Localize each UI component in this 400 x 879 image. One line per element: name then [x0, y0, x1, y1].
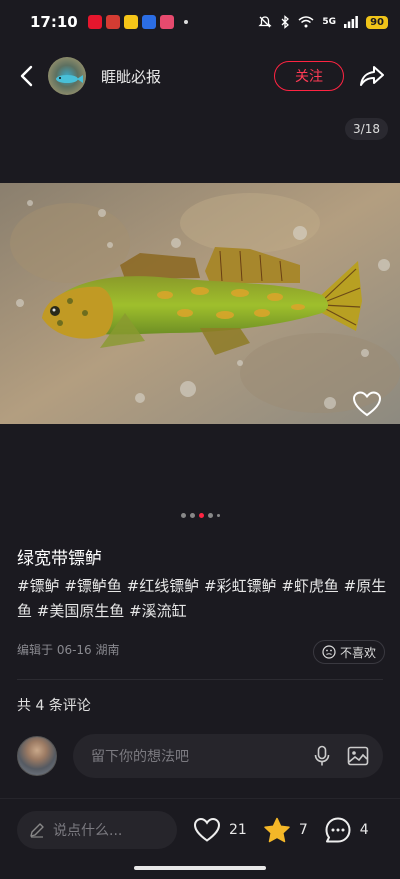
share-icon: [360, 66, 384, 86]
signal-icon: [344, 16, 358, 28]
star-filled-icon: [264, 817, 290, 842]
heart-outline-icon: [352, 391, 382, 417]
status-time: 17:10: [30, 13, 78, 31]
comment-input[interactable]: 留下你的想法吧: [73, 734, 383, 778]
fish-avatar-icon: [56, 75, 83, 83]
comment-compose-row: 留下你的想法吧: [17, 733, 383, 779]
image-icon[interactable]: [347, 745, 369, 767]
fish-photo: [0, 183, 400, 424]
mic-icon[interactable]: [311, 745, 333, 767]
shop-app-icon: [159, 15, 174, 29]
bluetooth-icon: [281, 15, 290, 29]
user-avatar: [17, 736, 57, 776]
follow-button[interactable]: 关注: [274, 61, 344, 91]
say-something-placeholder: 说点什么...: [53, 823, 123, 839]
more-notifications-dot: [183, 20, 188, 24]
author-name[interactable]: 睚眦必报: [101, 66, 161, 87]
pagination-dot: [180, 513, 186, 518]
post-title: 绿宽带镖鲈: [17, 549, 102, 569]
news-app-icon: [105, 15, 120, 29]
post-header: 睚眦必报 关注: [0, 50, 400, 102]
game-app-icon: [123, 15, 138, 29]
bottom-divider: [0, 798, 400, 799]
author-avatar[interactable]: [48, 57, 86, 95]
back-button[interactable]: [14, 64, 38, 88]
comment-bubble-icon: [325, 817, 351, 843]
weibo-app-icon: [87, 15, 102, 29]
divider: [17, 679, 383, 680]
image-page-counter: 3/18: [345, 118, 388, 140]
post-image[interactable]: [0, 183, 400, 424]
like-count: 21: [229, 822, 247, 838]
like-button[interactable]: 21: [193, 817, 247, 843]
comment-total: 4: [359, 822, 369, 838]
star-count: 7: [298, 822, 308, 838]
comment-count: 共 4 条评论: [17, 698, 91, 714]
say-something-input[interactable]: 说点什么...: [17, 811, 177, 849]
comment-input-placeholder: 留下你的想法吧: [91, 749, 189, 765]
share-button[interactable]: [358, 62, 386, 90]
battery-indicator: 90: [366, 15, 388, 29]
home-indicator[interactable]: [134, 866, 266, 870]
notification-icons: [87, 15, 188, 29]
pagination-dot-active: [198, 513, 204, 518]
chevron-left-icon: [20, 65, 33, 87]
dislike-label: 不喜欢: [340, 645, 377, 660]
status-bar: 17:10 5G 90: [0, 0, 400, 44]
post-tags[interactable]: #镖鲈 #镖鲈鱼 #红线镖鲈 #彩虹镖鲈 #虾虎鱼 #原生鱼 #美国原生鱼 #溪…: [17, 574, 387, 624]
post-meta: 编辑于 06-16 湖南: [17, 643, 120, 657]
pagination-dot: [207, 513, 213, 518]
like-image-button[interactable]: [352, 390, 382, 418]
map-app-icon: [141, 15, 156, 29]
mute-icon: [258, 16, 272, 28]
image-pagination-dots: [0, 513, 400, 518]
pagination-dot: [216, 514, 220, 517]
pencil-icon: [30, 823, 44, 838]
heart-outline-icon: [193, 817, 221, 842]
comment-button[interactable]: 4: [324, 816, 369, 844]
star-button[interactable]: 7: [263, 817, 308, 844]
pagination-dot: [189, 513, 195, 518]
status-right: 5G 90: [258, 15, 388, 29]
dislike-button[interactable]: 不喜欢: [313, 640, 386, 664]
network-type: 5G: [322, 17, 337, 27]
bottom-action-bar: 说点什么... 21 7 4: [17, 811, 387, 849]
sad-face-icon: [322, 645, 336, 659]
wifi-icon: [298, 16, 314, 28]
